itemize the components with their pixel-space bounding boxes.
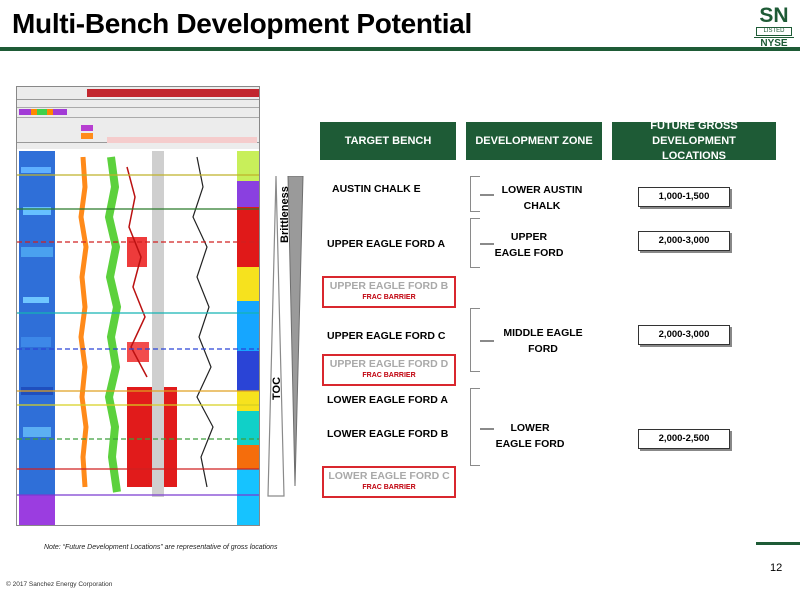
well-log-graphic — [17, 87, 259, 525]
logo-letters: SN — [759, 4, 789, 27]
bracket-tick — [480, 340, 494, 342]
bracket-tick — [480, 428, 494, 430]
zone-lower-eagle-ford: LOWER EAGLE FORD — [495, 422, 565, 450]
locations-middle-eagle-ford: 2,000-3,000 — [638, 325, 730, 345]
well-log-image — [16, 86, 260, 526]
bench-upper-eagle-ford-b: UPPER EAGLE FORD B FRAC BARRIER — [322, 276, 456, 308]
locations-upper-eagle-ford: 2,000-3,000 — [638, 231, 730, 251]
bracket-tick — [480, 243, 494, 245]
bracket-middle-eagle-ford — [470, 308, 480, 372]
zone-lower-austin-chalk: LOWER AUSTIN CHALK — [501, 184, 583, 212]
bench-lower-eagle-ford-a: LOWER EAGLE FORD A — [327, 394, 448, 406]
footer-divider — [756, 542, 800, 545]
bench-name: LOWER EAGLE FORD C — [328, 470, 450, 482]
zone-upper-eagle-ford: UPPER EAGLE FORD — [494, 231, 564, 259]
bench-upper-eagle-ford-d: UPPER EAGLE FORD D FRAC BARRIER — [322, 354, 456, 386]
header-future-locations: FUTURE GROSS DEVELOPMENT LOCATIONS — [612, 120, 776, 162]
bench-lower-eagle-ford-b: LOWER EAGLE FORD B — [327, 428, 449, 440]
title-divider — [0, 47, 800, 51]
logo-listed: LISTED — [756, 27, 792, 36]
brittleness-label: Brittleness — [279, 186, 291, 243]
frac-barrier-tag: FRAC BARRIER — [362, 484, 416, 491]
copyright: © 2017 Sanchez Energy Corporation — [6, 581, 113, 588]
bench-upper-eagle-ford-c: UPPER EAGLE FORD C — [327, 330, 446, 342]
footnote: Note: “Future Development Locations” are… — [44, 544, 278, 551]
bench-name: UPPER EAGLE FORD B — [329, 280, 449, 292]
zone-middle-eagle-ford: MIDDLE EAGLE FORD — [503, 327, 583, 355]
bench-austin-chalk-e: AUSTIN CHALK E — [332, 183, 421, 195]
locations-lower-eagle-ford: 2,000-2,500 — [638, 429, 730, 449]
bracket-tick — [480, 194, 494, 196]
frac-barrier-tag: FRAC BARRIER — [362, 372, 416, 379]
bracket-lower-austin-chalk — [470, 176, 480, 212]
bench-name: UPPER EAGLE FORD D — [329, 358, 449, 370]
bench-lower-eagle-ford-c: LOWER EAGLE FORD C FRAC BARRIER — [322, 466, 456, 498]
locations-lower-austin-chalk: 1,000-1,500 — [638, 187, 730, 207]
company-logo: SN LISTED NYSE — [752, 4, 796, 49]
bracket-upper-eagle-ford — [470, 218, 480, 268]
page-number: 12 — [770, 562, 783, 574]
header-target-bench: TARGET BENCH — [320, 122, 456, 160]
toc-label: TOC — [271, 376, 283, 400]
frac-barrier-tag: FRAC BARRIER — [362, 294, 416, 301]
logo-exchange: NYSE — [754, 37, 794, 49]
bench-upper-eagle-ford-a: UPPER EAGLE FORD A — [327, 238, 446, 250]
bracket-lower-eagle-ford — [470, 388, 480, 466]
header-development-zone: DEVELOPMENT ZONE — [466, 122, 602, 160]
slide-title: Multi-Bench Development Potential — [12, 8, 472, 39]
